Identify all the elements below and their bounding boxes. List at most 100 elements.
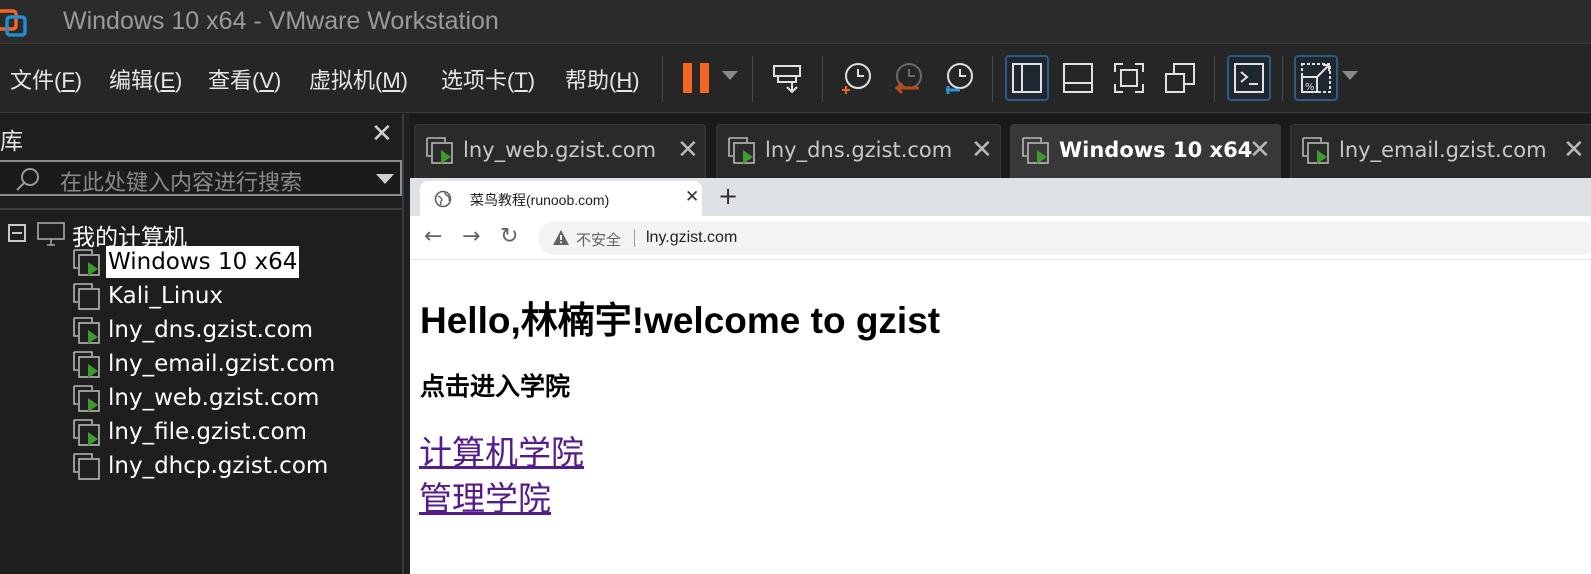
toolbar-divider [992,56,993,102]
power-dropdown-icon[interactable] [722,71,738,80]
vm-tab[interactable]: lny_email.gzist.com ✕ [1290,124,1591,178]
stretch-percent-icon: % [1301,63,1331,93]
vm-name: lny_dns.gzist.com [108,317,314,343]
menu-file[interactable]: 文件(F) [10,63,82,95]
vm-name: lny_email.gzist.com [108,351,336,377]
show-library-button[interactable] [1005,55,1049,101]
vm-tab[interactable]: lny_dns.gzist.com ✕ [716,124,1001,178]
not-secure-label[interactable]: 不安全 [576,229,621,250]
link-computer-college[interactable]: 计算机学院 [419,426,584,474]
title-bar: Windows 10 x64 - VMware Workstation [0,0,1591,44]
library-vm-item[interactable]: Kali_Linux [72,280,402,312]
menu-vm[interactable]: 虚拟机(M) [309,63,408,95]
vm-name: Kali_Linux [108,283,224,309]
menu-view[interactable]: 查看(V) [208,63,281,95]
collapse-icon[interactable] [8,224,26,242]
warning-icon [553,230,569,245]
stretch-guest-button[interactable]: % [1294,55,1338,101]
reload-icon[interactable]: ↻ [500,225,518,249]
guest-display[interactable]: 菜鸟教程(runoob.com) ✕ + ← → ↻ 不安全 lny.gzist… [410,178,1591,574]
new-tab-icon[interactable]: + [718,182,738,210]
library-vm-item[interactable]: lny_dns.gzist.com [72,314,402,346]
address-bar[interactable]: 不安全 lny.gzist.com [538,221,1591,255]
tab-close-icon[interactable]: ✕ [1249,137,1271,163]
vm-tab-active[interactable]: Windows 10 x64 ✕ [1010,124,1281,178]
toolbar-divider [822,56,823,102]
vm-running-icon [73,249,100,276]
full-screen-button[interactable] [1107,55,1151,101]
browser-tab-close-icon[interactable]: ✕ [685,187,699,207]
fullscreen-icon [1114,63,1144,93]
vm-running-icon [73,317,100,344]
tab-close-icon[interactable]: ✕ [1563,137,1585,163]
vm-stopped-icon [73,283,100,310]
unity-mode-button[interactable] [1158,55,1202,101]
snapshot-revert-icon [894,63,922,95]
toolbar-divider [1282,56,1283,102]
menu-help[interactable]: 帮助(H) [565,63,640,95]
library-vm-item[interactable]: lny_file.gzist.com [72,416,402,448]
stretch-dropdown-icon[interactable] [1342,71,1358,80]
search-input[interactable]: 在此处键入内容进行搜索 [60,165,302,197]
divider [0,208,404,210]
show-thumbnail-bar-button[interactable] [1056,55,1100,101]
tab-close-icon[interactable]: ✕ [971,137,993,163]
forward-icon[interactable]: → [462,225,480,249]
library-panel: 库 ✕ 在此处键入内容进行搜索 我的计算机 Windows 10 x64 Kal… [0,114,404,574]
vmware-logo-icon [0,9,27,37]
vm-running-icon [728,137,755,164]
vm-tab-label: lny_web.gzist.com [463,138,657,162]
vm-tab[interactable]: lny_web.gzist.com ✕ [414,124,706,178]
browser-tab-bar: 菜鸟教程(runoob.com) ✕ + [410,178,1591,216]
keyboard-send-icon [773,65,801,94]
library-vm-item[interactable]: lny_web.gzist.com [72,382,402,414]
revert-snapshot-button[interactable] [885,55,929,101]
divider [634,229,635,247]
library-search[interactable]: 在此处键入内容进行搜索 [0,160,402,196]
library-vm-item[interactable]: lny_email.gzist.com [72,348,402,380]
library-close-icon[interactable]: ✕ [371,121,393,147]
vm-tab-label: lny_email.gzist.com [1339,138,1547,162]
browser-tab-title: 菜鸟教程(runoob.com) [470,192,610,208]
menu-toolbar: 文件(F) 编辑(E) 查看(V) 虚拟机(M) 选项卡(T) 帮助(H) % [0,45,1591,113]
search-dropdown-icon[interactable] [376,174,394,184]
url-text[interactable]: lny.gzist.com [646,229,737,247]
page-subheading: 点击进入学院 [420,372,571,401]
vm-tab-strip: lny_web.gzist.com ✕ lny_dns.gzist.com ✕ … [410,114,1591,178]
vm-running-icon [1022,137,1049,164]
vm-name: lny_web.gzist.com [108,385,320,411]
toolbar-divider [662,56,663,102]
snapshot-manager-icon [946,63,973,94]
pause-button[interactable] [674,55,718,101]
vm-running-icon [73,351,100,378]
console-view-button[interactable] [1227,55,1271,101]
link-management-college[interactable]: 管理学院 [419,472,551,520]
toolbar-divider [752,56,753,102]
send-ctrl-alt-del-button[interactable] [766,55,810,101]
vm-stopped-icon [73,453,100,480]
tab-close-icon[interactable]: ✕ [677,137,699,163]
vm-running-icon [73,419,100,446]
take-snapshot-button[interactable] [834,55,878,101]
search-icon [16,168,39,191]
menu-tabs[interactable]: 选项卡(T) [441,63,535,95]
library-vm-item[interactable]: Windows 10 x64 [72,246,402,278]
back-icon[interactable]: ← [424,225,442,249]
svg-text:%: % [1305,82,1315,93]
thumbnail-layout-icon [1063,63,1093,93]
browser-tab[interactable]: 菜鸟教程(runoob.com) ✕ [420,181,702,216]
menu-edit[interactable]: 编辑(E) [109,63,182,95]
computer-icon [37,222,65,246]
library-layout-icon [1012,63,1042,93]
tree-root-my-computer[interactable]: 我的计算机 [8,218,187,251]
snapshot-manager-button[interactable] [936,55,980,101]
vm-tab-label: lny_dns.gzist.com [765,138,953,162]
library-vm-item[interactable]: lny_dhcp.gzist.com [72,450,402,482]
vm-name: lny_dhcp.gzist.com [108,453,329,479]
vm-running-icon [73,385,100,412]
pause-icon [683,63,709,93]
vm-name: Windows 10 x64 [106,246,300,278]
library-title: 库 [0,129,23,155]
vm-running-icon [426,137,453,164]
toolbar-divider [1214,56,1215,102]
